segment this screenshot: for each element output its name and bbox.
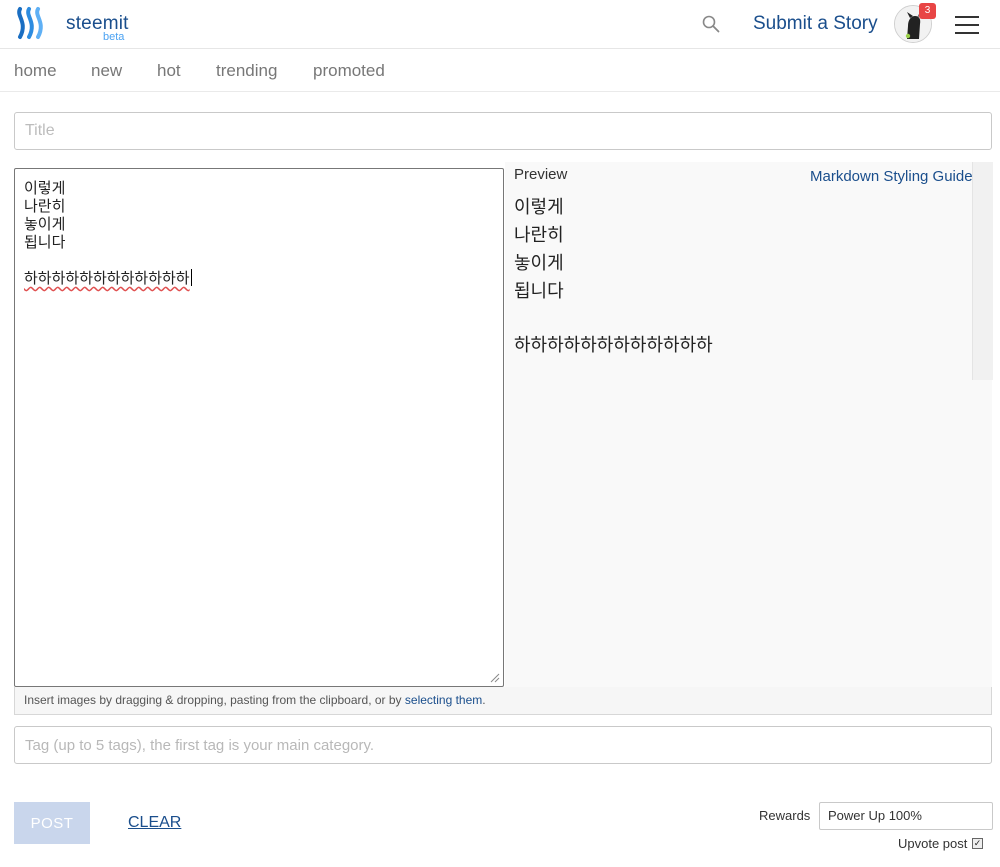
editor-line: 됩니다 bbox=[24, 234, 66, 251]
clear-button[interactable]: CLEAR bbox=[128, 814, 181, 832]
nav-item-home[interactable]: home bbox=[14, 61, 57, 81]
preview-line: 나란히 bbox=[514, 225, 564, 245]
preview-line: 이렇게 bbox=[514, 197, 564, 217]
nav-item-new[interactable]: new bbox=[91, 61, 122, 81]
preview-line: 됩니다 bbox=[514, 281, 564, 301]
upload-hint-period: . bbox=[482, 693, 486, 707]
nav-item-hot[interactable]: hot bbox=[157, 61, 181, 81]
resize-grip-icon[interactable] bbox=[490, 673, 500, 683]
preview-scrollbar[interactable] bbox=[972, 162, 993, 380]
nav-item-trending[interactable]: trending bbox=[216, 61, 277, 81]
subnav-bar: home new hot trending promoted bbox=[0, 49, 1000, 92]
select-images-link[interactable]: selecting them bbox=[405, 693, 482, 707]
text-caret bbox=[190, 269, 192, 286]
image-upload-hint: Insert images by dragging & dropping, pa… bbox=[14, 687, 992, 715]
title-input[interactable] bbox=[14, 112, 992, 150]
markdown-guide-link[interactable]: Markdown Styling Guide bbox=[810, 168, 973, 185]
submit-story-link[interactable]: Submit a Story bbox=[753, 13, 878, 35]
editor-line-misspelled: 하하하하하하하하하하하하 bbox=[24, 270, 190, 287]
post-button[interactable]: POST bbox=[14, 802, 90, 844]
notification-badge[interactable]: 3 bbox=[919, 3, 936, 19]
upload-hint-text: Insert images by dragging & dropping, pa… bbox=[24, 693, 405, 707]
tags-input[interactable] bbox=[14, 726, 992, 764]
nav-item-promoted[interactable]: promoted bbox=[313, 61, 385, 81]
steemit-logo-icon[interactable] bbox=[14, 6, 50, 40]
top-header: steemit beta Submit a Story 3 bbox=[0, 0, 1000, 49]
body-editor[interactable]: 이렇게 나란히 놓이게 됩니다 하하하하하하하하하하하하 bbox=[14, 168, 504, 687]
menu-hamburger-icon[interactable] bbox=[955, 16, 979, 34]
upvote-checkbox[interactable]: ✓ bbox=[972, 838, 983, 849]
preview-heading: Preview bbox=[514, 166, 568, 183]
rewards-label: Rewards bbox=[759, 808, 811, 823]
search-icon[interactable] bbox=[702, 15, 720, 33]
preview-pane: Preview Markdown Styling Guide 이렇게 나란히 놓… bbox=[505, 162, 993, 687]
preview-line: 놓이게 bbox=[514, 253, 564, 273]
brand-beta-tag: beta bbox=[103, 31, 125, 43]
preview-line: 하하하하하하하하하하하하 bbox=[514, 335, 713, 355]
upvote-label: Upvote post bbox=[898, 836, 968, 851]
rewards-select[interactable]: Power Up 100% bbox=[819, 802, 993, 830]
